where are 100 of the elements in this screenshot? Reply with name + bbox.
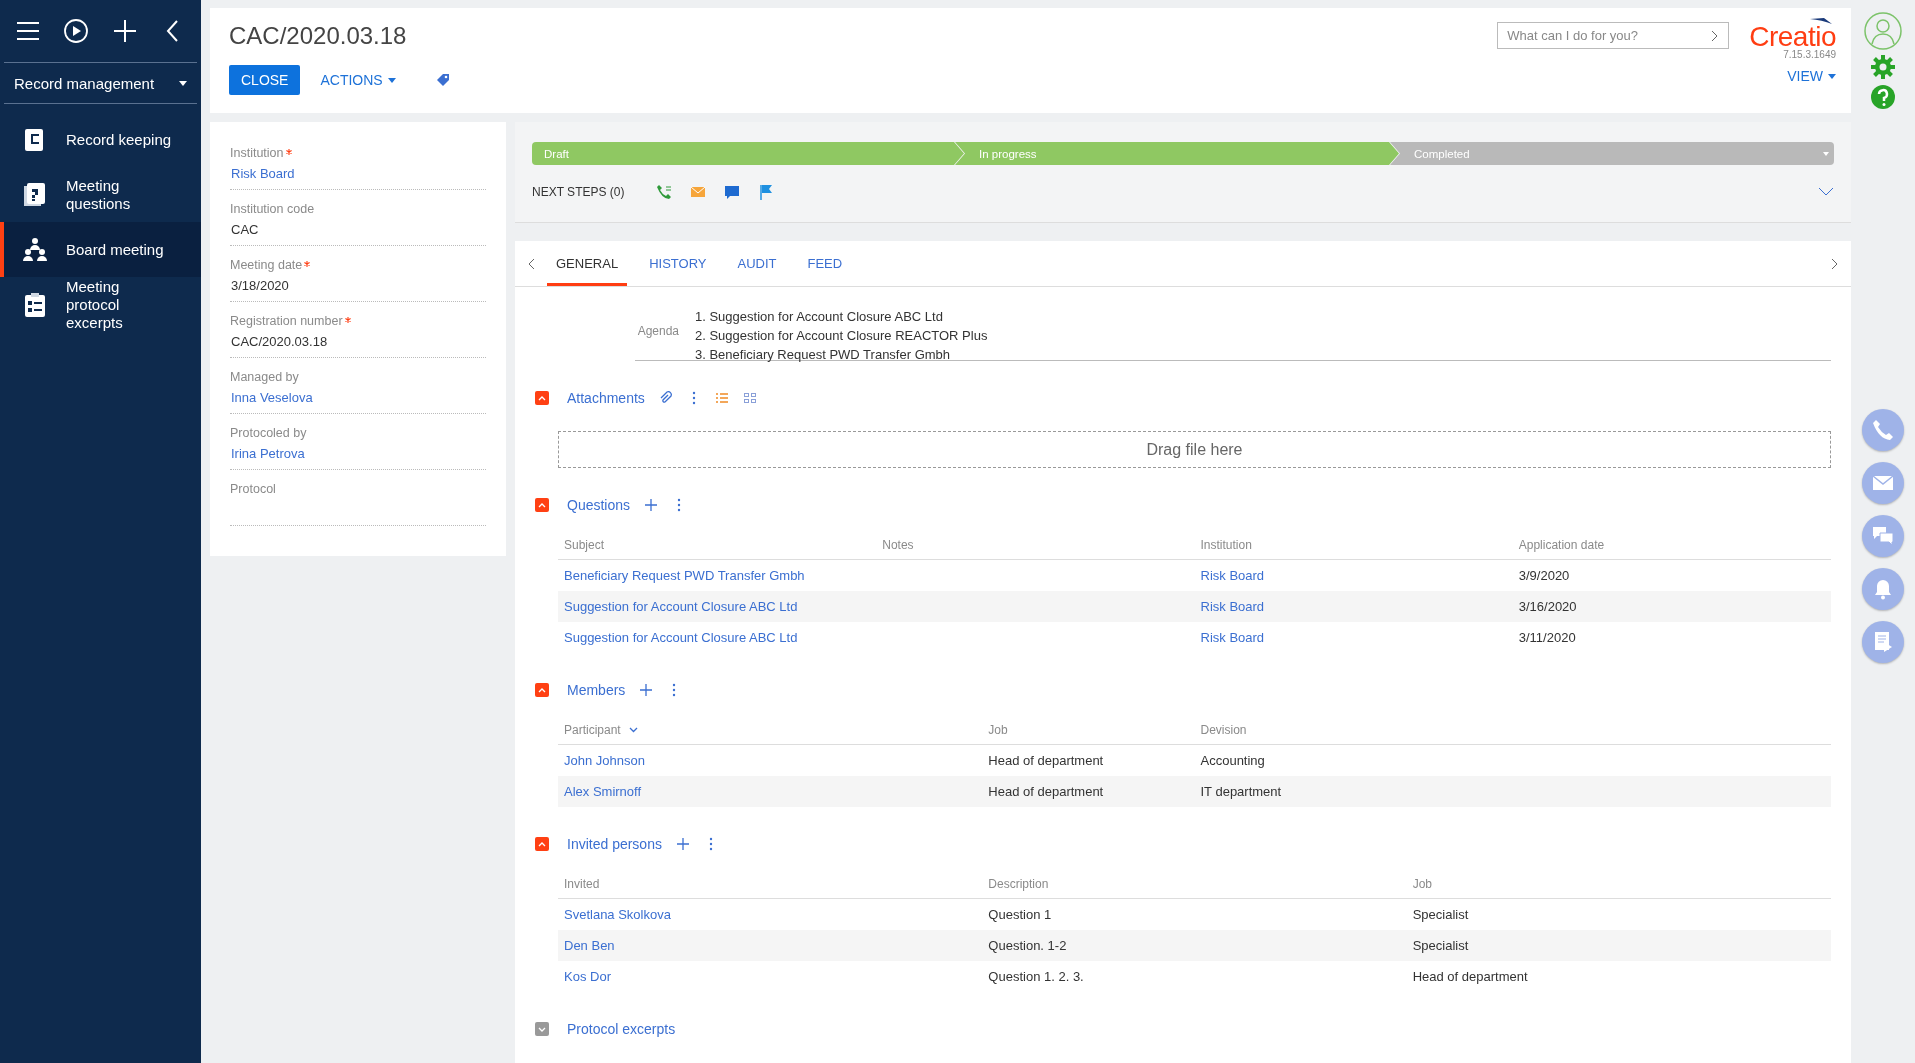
section-title[interactable]: Questions: [567, 497, 631, 513]
add-icon[interactable]: [639, 683, 654, 697]
table-cell[interactable]: Alex Smirnoff: [564, 784, 642, 799]
column-header[interactable]: Notes: [882, 537, 914, 552]
field-label: Protocoled by: [230, 426, 307, 440]
field-value[interactable]: Irina Petrova: [231, 446, 305, 461]
sidebar-item[interactable]: Meeting questions: [0, 167, 201, 222]
call-button[interactable]: [1862, 409, 1904, 451]
workplace-selector[interactable]: Record management: [14, 74, 155, 92]
document-button[interactable]: [1862, 621, 1904, 663]
form-field[interactable]: Managed by Inna Veselova: [230, 364, 486, 414]
paperclip-icon[interactable]: [658, 391, 673, 405]
sidebar-item[interactable]: Board meeting: [0, 222, 201, 277]
column-header[interactable]: Participant: [564, 722, 621, 737]
add-icon[interactable]: [644, 498, 659, 512]
email-button[interactable]: [1862, 462, 1904, 504]
agenda-line: 2. Suggestion for Account Closure REACTOR Plus: [695, 327, 988, 345]
help-icon[interactable]: [1870, 84, 1896, 110]
settings-icon[interactable]: [1870, 54, 1896, 80]
section-title[interactable]: Attachments: [567, 390, 645, 406]
section-title[interactable]: Invited persons: [567, 836, 662, 852]
tab[interactable]: HISTORY: [640, 241, 716, 286]
table-cell[interactable]: Risk Board: [1200, 568, 1265, 583]
table-row[interactable]: John Johnson Head of department Accounting: [558, 745, 1831, 776]
column-header[interactable]: Subject: [564, 537, 605, 552]
chat-button[interactable]: [1862, 515, 1904, 557]
flag-icon[interactable]: [758, 184, 775, 200]
play-icon[interactable]: [64, 19, 89, 43]
sidebar-item[interactable]: Meeting protocol excerpts: [0, 277, 201, 332]
tile-view-icon[interactable]: [742, 391, 757, 405]
table-cell: Question. 1-2: [988, 938, 1067, 953]
tab[interactable]: GENERAL: [547, 241, 628, 286]
collapse-toggle[interactable]: [535, 683, 549, 697]
table-row[interactable]: Den Ben Question. 1-2 Specialist: [558, 930, 1831, 961]
tab[interactable]: FEED: [798, 241, 852, 286]
chevron-left-icon[interactable]: [527, 257, 537, 270]
collapse-toggle[interactable]: [535, 498, 549, 512]
column-header[interactable]: Job: [1412, 876, 1432, 891]
column-header[interactable]: Institution: [1200, 537, 1252, 552]
dropdown-icon[interactable]: [1823, 152, 1829, 156]
table-cell[interactable]: Suggestion for Account Closure ABC Ltd: [564, 630, 798, 645]
column-header[interactable]: Description: [988, 876, 1049, 891]
phone-icon[interactable]: [656, 184, 673, 200]
field-value: 3/18/2020: [231, 278, 289, 293]
menu-icon[interactable]: [16, 19, 40, 43]
list-view-icon[interactable]: [714, 391, 729, 405]
chat-icon[interactable]: [724, 184, 741, 200]
table-cell: Question 1: [988, 907, 1052, 922]
table-row[interactable]: Suggestion for Account Closure ABC Ltd Risk Board 3/11/2020: [558, 622, 1831, 653]
table-cell[interactable]: Risk Board: [1200, 630, 1265, 645]
mail-icon[interactable]: [690, 184, 707, 200]
column-header[interactable]: Devision: [1200, 722, 1247, 737]
collapse-toggle[interactable]: [535, 1022, 549, 1036]
table-cell[interactable]: Den Ben: [564, 938, 615, 953]
agenda-field[interactable]: Agenda 1. Suggestion for Account Closure ABC Ltd 2. Suggestion for Account Closure REACTOR Plus 3. Beneficiary Request PWD Transfer Gmbh: [635, 307, 1831, 361]
chevron-right-icon[interactable]: [1711, 30, 1720, 42]
add-icon[interactable]: [675, 837, 690, 851]
table-cell[interactable]: Risk Board: [1200, 599, 1265, 614]
table-cell[interactable]: Kos Dor: [564, 969, 611, 984]
table-row[interactable]: Suggestion for Account Closure ABC Ltd Risk Board 3/16/2020: [558, 591, 1831, 622]
search-field[interactable]: What can I do for you?: [1497, 22, 1730, 49]
people-icon: [22, 236, 48, 263]
collapse-toggle[interactable]: [535, 391, 549, 405]
tab[interactable]: AUDIT: [728, 241, 786, 286]
table-cell[interactable]: Beneficiary Request PWD Transfer Gmbh: [564, 568, 805, 583]
table-row[interactable]: Alex Smirnoff Head of department IT department: [558, 776, 1831, 807]
form-field[interactable]: Institution code CAC: [230, 196, 486, 246]
sort-caret-icon[interactable]: [628, 726, 638, 733]
field-value[interactable]: Risk Board: [231, 166, 295, 181]
tag-icon[interactable]: [435, 73, 450, 87]
view-button[interactable]: VIEW: [1787, 68, 1836, 84]
form-field[interactable]: Meeting date 3/18/2020: [230, 252, 486, 302]
table-row[interactable]: Svetlana Skolkova Question 1 Specialist: [558, 899, 1831, 930]
avatar-icon[interactable]: [1864, 12, 1902, 50]
file-drop-zone[interactable]: Drag file here: [558, 431, 1831, 468]
sidebar-item[interactable]: Record keeping: [0, 112, 201, 167]
column-header[interactable]: Application date: [1518, 537, 1605, 552]
column-header[interactable]: Job: [988, 722, 1008, 737]
form-field[interactable]: Registration number CAC/2020.03.18: [230, 308, 486, 358]
bell-icon: [1872, 578, 1894, 600]
form-field[interactable]: Protocol: [230, 476, 486, 526]
agenda-line: 1. Suggestion for Account Closure ABC Ltd: [695, 308, 944, 326]
table-cell[interactable]: Suggestion for Account Closure ABC Ltd: [564, 599, 798, 614]
form-field[interactable]: Protocoled by Irina Petrova: [230, 420, 486, 470]
table-row[interactable]: Kos Dor Question 1. 2. 3. Head of department: [558, 961, 1831, 992]
table-cell[interactable]: John Johnson: [564, 753, 645, 768]
table-row[interactable]: Beneficiary Request PWD Transfer Gmbh Risk Board 3/9/2020: [558, 560, 1831, 591]
chevron-right-icon[interactable]: [1829, 257, 1839, 270]
close-button[interactable]: CLOSE: [229, 65, 301, 95]
actions-button[interactable]: ACTIONS: [320, 72, 396, 88]
section-title[interactable]: Protocol excerpts: [567, 1021, 676, 1037]
table-cell[interactable]: Svetlana Skolkova: [564, 907, 671, 922]
logo: Creatio: [1749, 25, 1836, 49]
section-title[interactable]: Members: [567, 682, 626, 698]
plus-icon[interactable]: [112, 19, 137, 43]
column-header[interactable]: Invited: [564, 876, 600, 891]
notifications-button[interactable]: [1862, 568, 1904, 610]
field-value[interactable]: Inna Veselova: [231, 390, 313, 405]
form-field[interactable]: Institution Risk Board: [230, 140, 486, 190]
collapse-toggle[interactable]: [535, 837, 549, 851]
